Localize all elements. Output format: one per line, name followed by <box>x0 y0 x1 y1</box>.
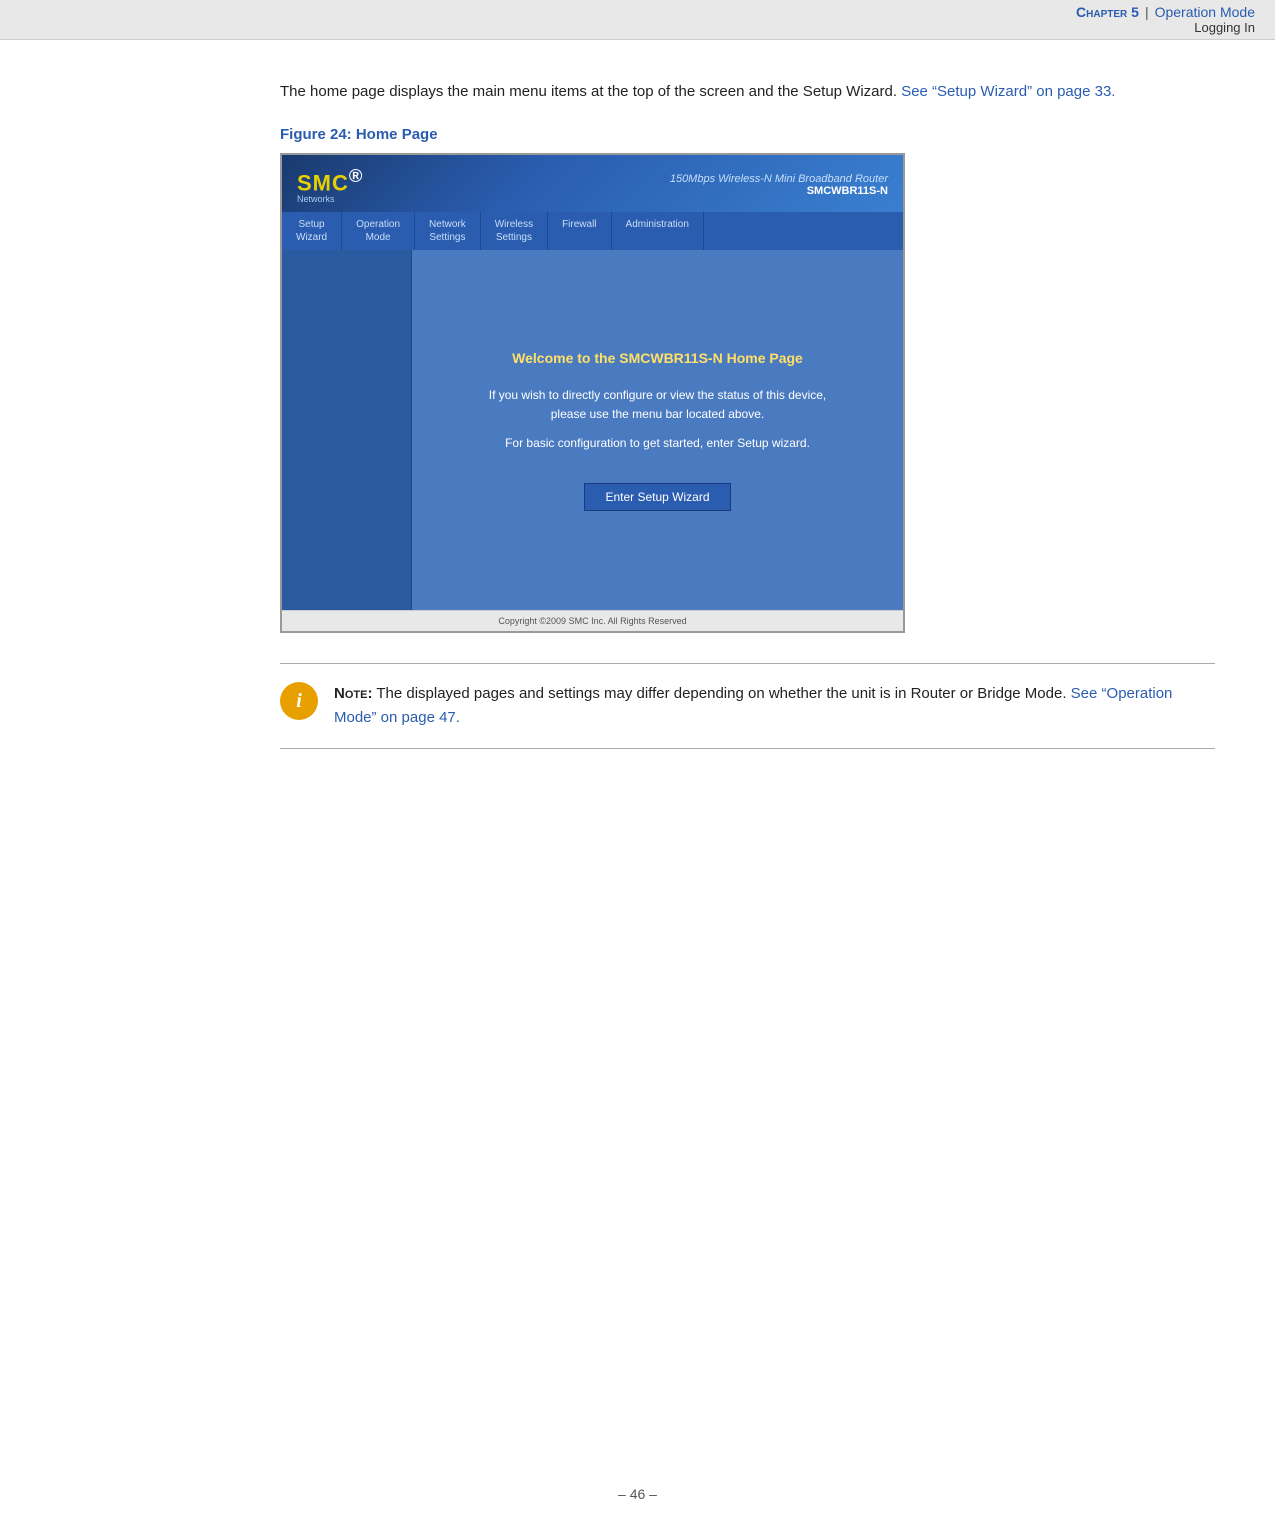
nav-firewall[interactable]: Firewall <box>548 212 611 250</box>
smc-logo: SMC® <box>297 165 363 196</box>
note-text: Note: The displayed pages and settings m… <box>334 682 1215 730</box>
enter-setup-wizard-button[interactable]: Enter Setup Wizard <box>584 483 730 511</box>
router-screenshot: SMC® Networks 150Mbps Wireless-N Mini Br… <box>280 153 905 633</box>
info-icon: i <box>280 682 318 720</box>
router-product-name: 150Mbps Wireless-N Mini Broadband Router <box>670 173 888 185</box>
nav-network-settings[interactable]: NetworkSettings <box>415 212 481 250</box>
intro-text: The home page displays the main menu ite… <box>280 83 901 100</box>
welcome-title: Welcome to the SMCWBR11S-N Home Page <box>512 350 803 366</box>
router-header: SMC® Networks 150Mbps Wireless-N Mini Br… <box>282 155 903 212</box>
operation-mode-link[interactable]: Operation Mode <box>1155 4 1255 20</box>
router-model-area: 150Mbps Wireless-N Mini Broadband Router… <box>670 173 888 197</box>
smc-logo-area: SMC® Networks <box>297 165 363 204</box>
page-footer: – 46 – <box>0 1486 1275 1502</box>
nav-wireless-settings[interactable]: WirelessSettings <box>481 212 548 250</box>
header-pipe: | <box>1145 4 1149 20</box>
router-footer: Copyright ©2009 SMC Inc. All Rights Rese… <box>282 610 903 631</box>
intro-paragraph: The home page displays the main menu ite… <box>280 80 1215 104</box>
setup-wizard-link[interactable]: See “Setup Wizard” on page 33. <box>901 83 1115 100</box>
chapter-label: Chapter 5 <box>1076 4 1139 20</box>
smc-tagline: Networks <box>297 194 363 204</box>
main-content: The home page displays the main menu ite… <box>0 40 1275 809</box>
note-body: The displayed pages and settings may dif… <box>372 685 1070 702</box>
router-body: Welcome to the SMCWBR11S-N Home Page If … <box>282 250 903 610</box>
router-main-content: Welcome to the SMCWBR11S-N Home Page If … <box>412 250 903 610</box>
nav-administration[interactable]: Administration <box>612 212 704 250</box>
welcome-text-2: For basic configuration to get started, … <box>505 434 810 453</box>
welcome-text-1: If you wish to directly configure or vie… <box>489 386 827 424</box>
note-label: Note: <box>334 685 372 702</box>
header-subtitle: Logging In <box>1194 20 1255 35</box>
router-sidebar <box>282 250 412 610</box>
router-nav: SetupWizard OperationMode NetworkSetting… <box>282 212 903 250</box>
note-container: i Note: The displayed pages and settings… <box>280 663 1215 749</box>
nav-setup-wizard[interactable]: SetupWizard <box>282 212 342 250</box>
registered-symbol: ® <box>349 165 364 186</box>
header-bar: Chapter 5 | Operation Mode Logging In <box>0 0 1275 40</box>
nav-operation-mode[interactable]: OperationMode <box>342 212 415 250</box>
header-top-line: Chapter 5 | Operation Mode <box>1076 4 1255 20</box>
router-model: SMCWBR11S-N <box>670 185 888 197</box>
figure-title: Figure 24: Home Page <box>280 126 1215 143</box>
smc-text: SMC <box>297 170 349 195</box>
